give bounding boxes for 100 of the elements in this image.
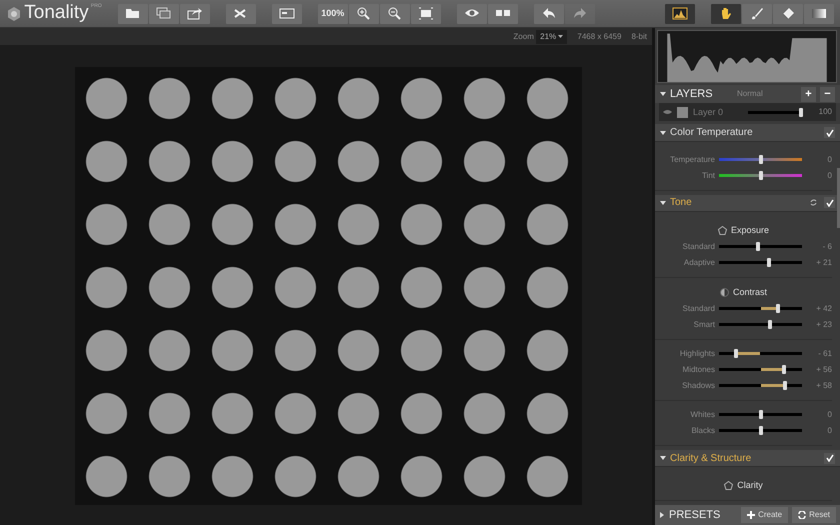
slider-thumb[interactable] [758,171,762,180]
slider-fill [736,352,760,356]
slider-label: Temperature [669,154,715,166]
slider-label: Adaptive [682,256,715,269]
stacked-frames-icon [156,6,172,21]
panel-header[interactable]: Color Temperature [655,124,840,142]
slider-label: Midtones [682,364,715,376]
slider-label: Whites [690,408,715,421]
slider-thumb[interactable] [758,155,762,164]
slider-value: 0 [826,424,832,437]
fit-screen-button[interactable] [410,4,441,24]
zoom-dropdown[interactable]: 21% [536,30,568,44]
panel-title: Clarity & Structure [670,452,752,466]
slider-fill [760,368,784,372]
zoom-in-button[interactable] [348,4,379,24]
caret-icon [660,91,666,98]
slider-track[interactable] [719,307,802,310]
slider-label: Highlights [678,348,715,360]
bit-depth: 8-bit [631,30,647,42]
hand-button[interactable] [711,4,741,24]
half-circle-icon [720,288,729,297]
opacity-value: 100 [818,106,832,118]
slider-thumb[interactable] [766,258,771,268]
folder-icon [124,6,141,21]
group-title: Contrast [732,286,767,299]
enable-checkbox[interactable] [824,452,835,464]
app-name: Tonality [24,1,89,26]
slider-value: - 6 [822,240,832,253]
histogram-icon [672,6,688,21]
slider-value: 0 [826,170,832,182]
slider-thumb[interactable] [782,381,787,390]
blend-mode-dropdown[interactable]: Normal [737,88,797,100]
add-layer-button[interactable]: + [801,86,816,102]
folder-button[interactable] [118,4,148,24]
slider-track[interactable] [719,174,802,178]
brush-button[interactable] [742,4,772,24]
zoom-out-button[interactable] [380,4,410,24]
layer-thumbnail [677,106,688,118]
slider-track[interactable] [719,429,802,432]
gradient-icon [811,6,827,21]
histogram-button[interactable] [665,4,695,24]
enable-checkbox[interactable] [824,197,835,208]
image-dimensions: 7468 x 6459 [577,30,622,42]
panel-header[interactable]: Tone [655,194,840,212]
share-button[interactable] [180,4,210,24]
redo-icon [572,6,588,21]
slider-track[interactable] [719,384,802,388]
slider-thumb[interactable] [758,426,762,436]
slider-label: Smart [692,318,715,331]
brush-icon [749,6,765,21]
slider-track[interactable] [719,261,802,264]
layer-row[interactable]: Layer 0 100 [659,103,836,122]
eye-button[interactable] [456,4,487,24]
slider-fill [760,307,778,310]
slider-thumb[interactable] [756,242,760,252]
gradient-button[interactable] [804,4,834,24]
enable-checkbox[interactable] [824,127,835,138]
zoom-out-icon [386,6,403,21]
checkmark-icon [826,199,834,208]
slider-track[interactable] [719,352,802,356]
remove-layer-button[interactable]: − [820,86,835,102]
slider-label: Shadows [681,380,715,392]
stacked-frames-button[interactable] [148,4,179,24]
slider-value: + 23 [815,318,832,331]
card-button[interactable] [272,4,302,24]
slider-thumb[interactable] [776,304,780,314]
slider-thumb[interactable] [768,320,772,330]
caret-icon [558,34,564,39]
reset-presets-button[interactable]: Reset [792,507,836,524]
group-title: Exposure [730,224,770,237]
panel-title: Color Temperature [670,126,753,140]
create-preset-button[interactable]: Create [741,507,788,524]
plus-icon [747,511,756,520]
scrollbar[interactable] [837,168,840,228]
layer-name: Layer 0 [693,106,724,119]
undo-button[interactable] [534,4,564,24]
slider-track[interactable] [719,158,802,162]
zoom-level-button[interactable]: 100% [318,4,348,24]
fit-screen-icon [418,6,434,21]
slider-thumb[interactable] [758,410,762,420]
slider-thumb[interactable] [799,108,803,117]
slider-thumb[interactable] [734,349,738,358]
card-icon [278,6,295,21]
split-view-button[interactable] [488,4,518,24]
slider-value: + 56 [815,364,832,376]
slider-track[interactable] [719,368,802,372]
zoom-in-icon [356,6,372,21]
share-icon [186,6,203,21]
logo-icon [6,6,22,22]
aperture-icon [724,481,734,490]
slider-fill [760,384,785,388]
group-title: Clarity [737,478,763,492]
section-title: LAYERS [670,87,713,102]
slider-track[interactable] [719,413,802,416]
slider-track[interactable] [748,110,801,114]
slider-value: + 42 [815,302,832,315]
panel-header[interactable]: Clarity & Structure [655,450,840,468]
slider-track[interactable] [719,323,802,326]
slider-thumb[interactable] [782,365,786,374]
slider-track[interactable] [719,245,802,248]
